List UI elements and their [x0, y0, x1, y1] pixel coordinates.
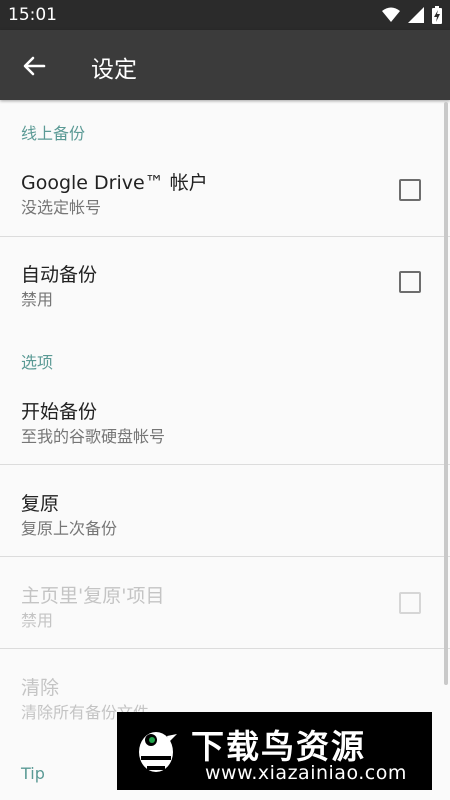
divider — [0, 556, 450, 557]
divider — [0, 236, 450, 237]
battery-charging-icon — [432, 6, 442, 28]
category-online-backup: 线上备份 — [21, 124, 86, 143]
signal-icon — [408, 7, 424, 27]
home-restore-checkbox — [399, 592, 421, 614]
google-drive-checkbox[interactable] — [399, 179, 421, 201]
status-bar: 15:01 — [0, 0, 450, 30]
pref-summary: 禁用 — [21, 290, 54, 309]
watermark-title: 下载鸟资源 — [191, 727, 366, 766]
status-icons — [382, 6, 442, 28]
pref-title: 主页里'复原'项目 — [21, 585, 165, 607]
toolbar: 设定 — [0, 30, 450, 100]
arrow-left-icon — [23, 56, 46, 76]
bird-logo-icon — [127, 722, 185, 780]
pref-home-restore-item: 主页里'复原'项目 禁用 — [0, 569, 450, 649]
pref-summary: 复原上次备份 — [21, 519, 118, 538]
status-time: 15:01 — [8, 5, 57, 25]
auto-backup-checkbox[interactable] — [399, 271, 421, 293]
pref-title: 清除 — [21, 677, 60, 699]
pref-restore[interactable]: 复原 复原上次备份 — [0, 477, 450, 557]
settings-list: 线上备份 Google Drive™ 帐户 没选定帐号 自动备份 禁用 选项 开… — [0, 100, 450, 800]
divider — [0, 648, 450, 649]
watermark-banner: 下载鸟资源 www.xiazainiao.com — [117, 712, 432, 790]
category-tip: Tip — [21, 764, 45, 783]
pref-title: 复原 — [21, 493, 60, 515]
watermark-url: www.xiazainiao.com — [205, 762, 407, 784]
pref-summary: 禁用 — [21, 611, 54, 630]
pref-title: Google Drive™ 帐户 — [21, 172, 208, 194]
category-options: 选项 — [21, 353, 54, 372]
pref-auto-backup[interactable]: 自动备份 禁用 — [0, 248, 450, 328]
pref-title: 开始备份 — [21, 401, 98, 423]
page-title: 设定 — [91, 57, 137, 83]
divider — [0, 464, 450, 465]
pref-summary: 没选定帐号 — [21, 198, 102, 217]
pref-google-drive-account[interactable]: Google Drive™ 帐户 没选定帐号 — [0, 156, 450, 236]
back-button[interactable] — [18, 50, 50, 82]
wifi-icon — [382, 7, 400, 27]
pref-title: 自动备份 — [21, 264, 98, 286]
scrollbar[interactable] — [444, 102, 448, 685]
pref-start-backup[interactable]: 开始备份 至我的谷歌硬盘帐号 — [0, 385, 450, 465]
pref-summary: 至我的谷歌硬盘帐号 — [21, 427, 166, 446]
